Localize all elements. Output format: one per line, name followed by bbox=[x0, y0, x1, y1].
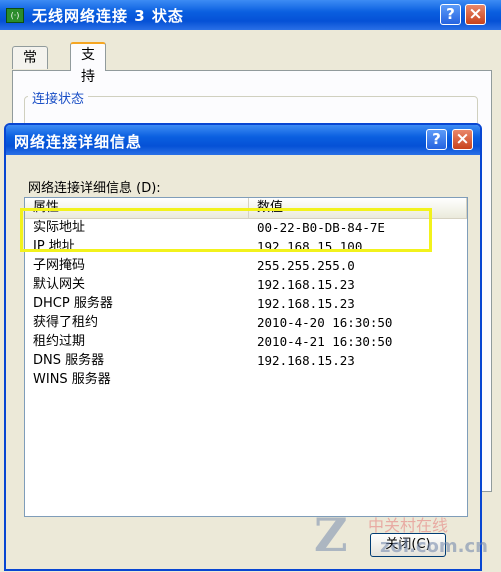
column-header-value[interactable]: 数值 bbox=[249, 198, 467, 218]
dialog-close-button[interactable]: × bbox=[452, 129, 473, 150]
listview-header: 属性 数值 bbox=[25, 198, 467, 219]
row-value: 192.168.15.23 bbox=[257, 296, 355, 311]
row-value: 2010-4-20 16:30:50 bbox=[257, 315, 393, 330]
row-property: 租约过期 bbox=[33, 334, 86, 349]
table-row[interactable]: DNS 服务器 192.168.15.23 bbox=[25, 351, 467, 370]
listview-body: 实际地址 00-22-B0-DB-84-7E IP 地址 192.168.15.10… bbox=[25, 218, 467, 389]
row-value: 192.168.15.23 bbox=[257, 353, 355, 368]
details-list-label: 网络连接详细信息 (D): bbox=[28, 181, 161, 196]
tab-general[interactable]: 常规 bbox=[12, 46, 48, 88]
table-row[interactable]: 获得了租约 2010-4-20 16:30:50 bbox=[25, 313, 467, 332]
tab-support[interactable]: 支持 bbox=[70, 42, 106, 85]
row-value: 00-22-B0-DB-84-7E bbox=[257, 220, 385, 235]
column-header-property[interactable]: 属性 bbox=[25, 198, 249, 218]
back-window-titlebar: (·) 无线网络连接 3 状态 ? × bbox=[0, 0, 501, 30]
groupbox-label-connection-status: 连接状态 bbox=[28, 88, 89, 107]
close-dialog-button[interactable]: 关闭(C) bbox=[370, 533, 446, 557]
row-property: WINS 服务器 bbox=[33, 372, 111, 387]
row-property: 默认网关 bbox=[33, 277, 86, 292]
row-value: 192.168.15.23 bbox=[257, 277, 355, 292]
table-row[interactable]: 子网掩码 255.255.255.0 bbox=[25, 256, 467, 275]
details-listview[interactable]: 属性 数值 实际地址 00-22-B0-DB-84-7E IP 地址 192.168… bbox=[24, 197, 468, 517]
dialog-title: 网络连接详细信息 bbox=[14, 133, 143, 151]
network-details-dialog: 网络连接详细信息 ? × 网络连接详细信息 (D): 属性 数值 实际地址 00-… bbox=[4, 123, 482, 571]
row-property: DHCP 服务器 bbox=[33, 296, 113, 311]
table-row[interactable]: 租约过期 2010-4-21 16:30:50 bbox=[25, 332, 467, 351]
table-row[interactable]: 实际地址 00-22-B0-DB-84-7E bbox=[25, 218, 467, 237]
row-value: 2010-4-21 16:30:50 bbox=[257, 334, 393, 349]
back-window-title: 无线网络连接 3 状态 bbox=[32, 7, 184, 25]
dialog-titlebar: 网络连接详细信息 ? × bbox=[6, 125, 480, 155]
dialog-help-button[interactable]: ? bbox=[426, 129, 447, 150]
row-property: IP 地址 bbox=[33, 239, 75, 254]
help-button[interactable]: ? bbox=[440, 4, 461, 25]
row-property: 获得了租约 bbox=[33, 315, 99, 330]
table-row[interactable]: DHCP 服务器 192.168.15.23 bbox=[25, 294, 467, 313]
row-property: 实际地址 bbox=[33, 220, 86, 235]
row-value: 255.255.255.0 bbox=[257, 258, 355, 273]
table-row[interactable]: 默认网关 192.168.15.23 bbox=[25, 275, 467, 294]
row-property: DNS 服务器 bbox=[33, 353, 105, 368]
row-property: 子网掩码 bbox=[33, 258, 86, 273]
wireless-network-icon: (·) bbox=[6, 8, 24, 23]
table-row[interactable]: WINS 服务器 bbox=[25, 370, 467, 389]
table-row[interactable]: IP 地址 192.168.15.100 bbox=[25, 237, 467, 256]
row-value: 192.168.15.100 bbox=[257, 239, 363, 254]
close-button[interactable]: × bbox=[465, 4, 486, 25]
